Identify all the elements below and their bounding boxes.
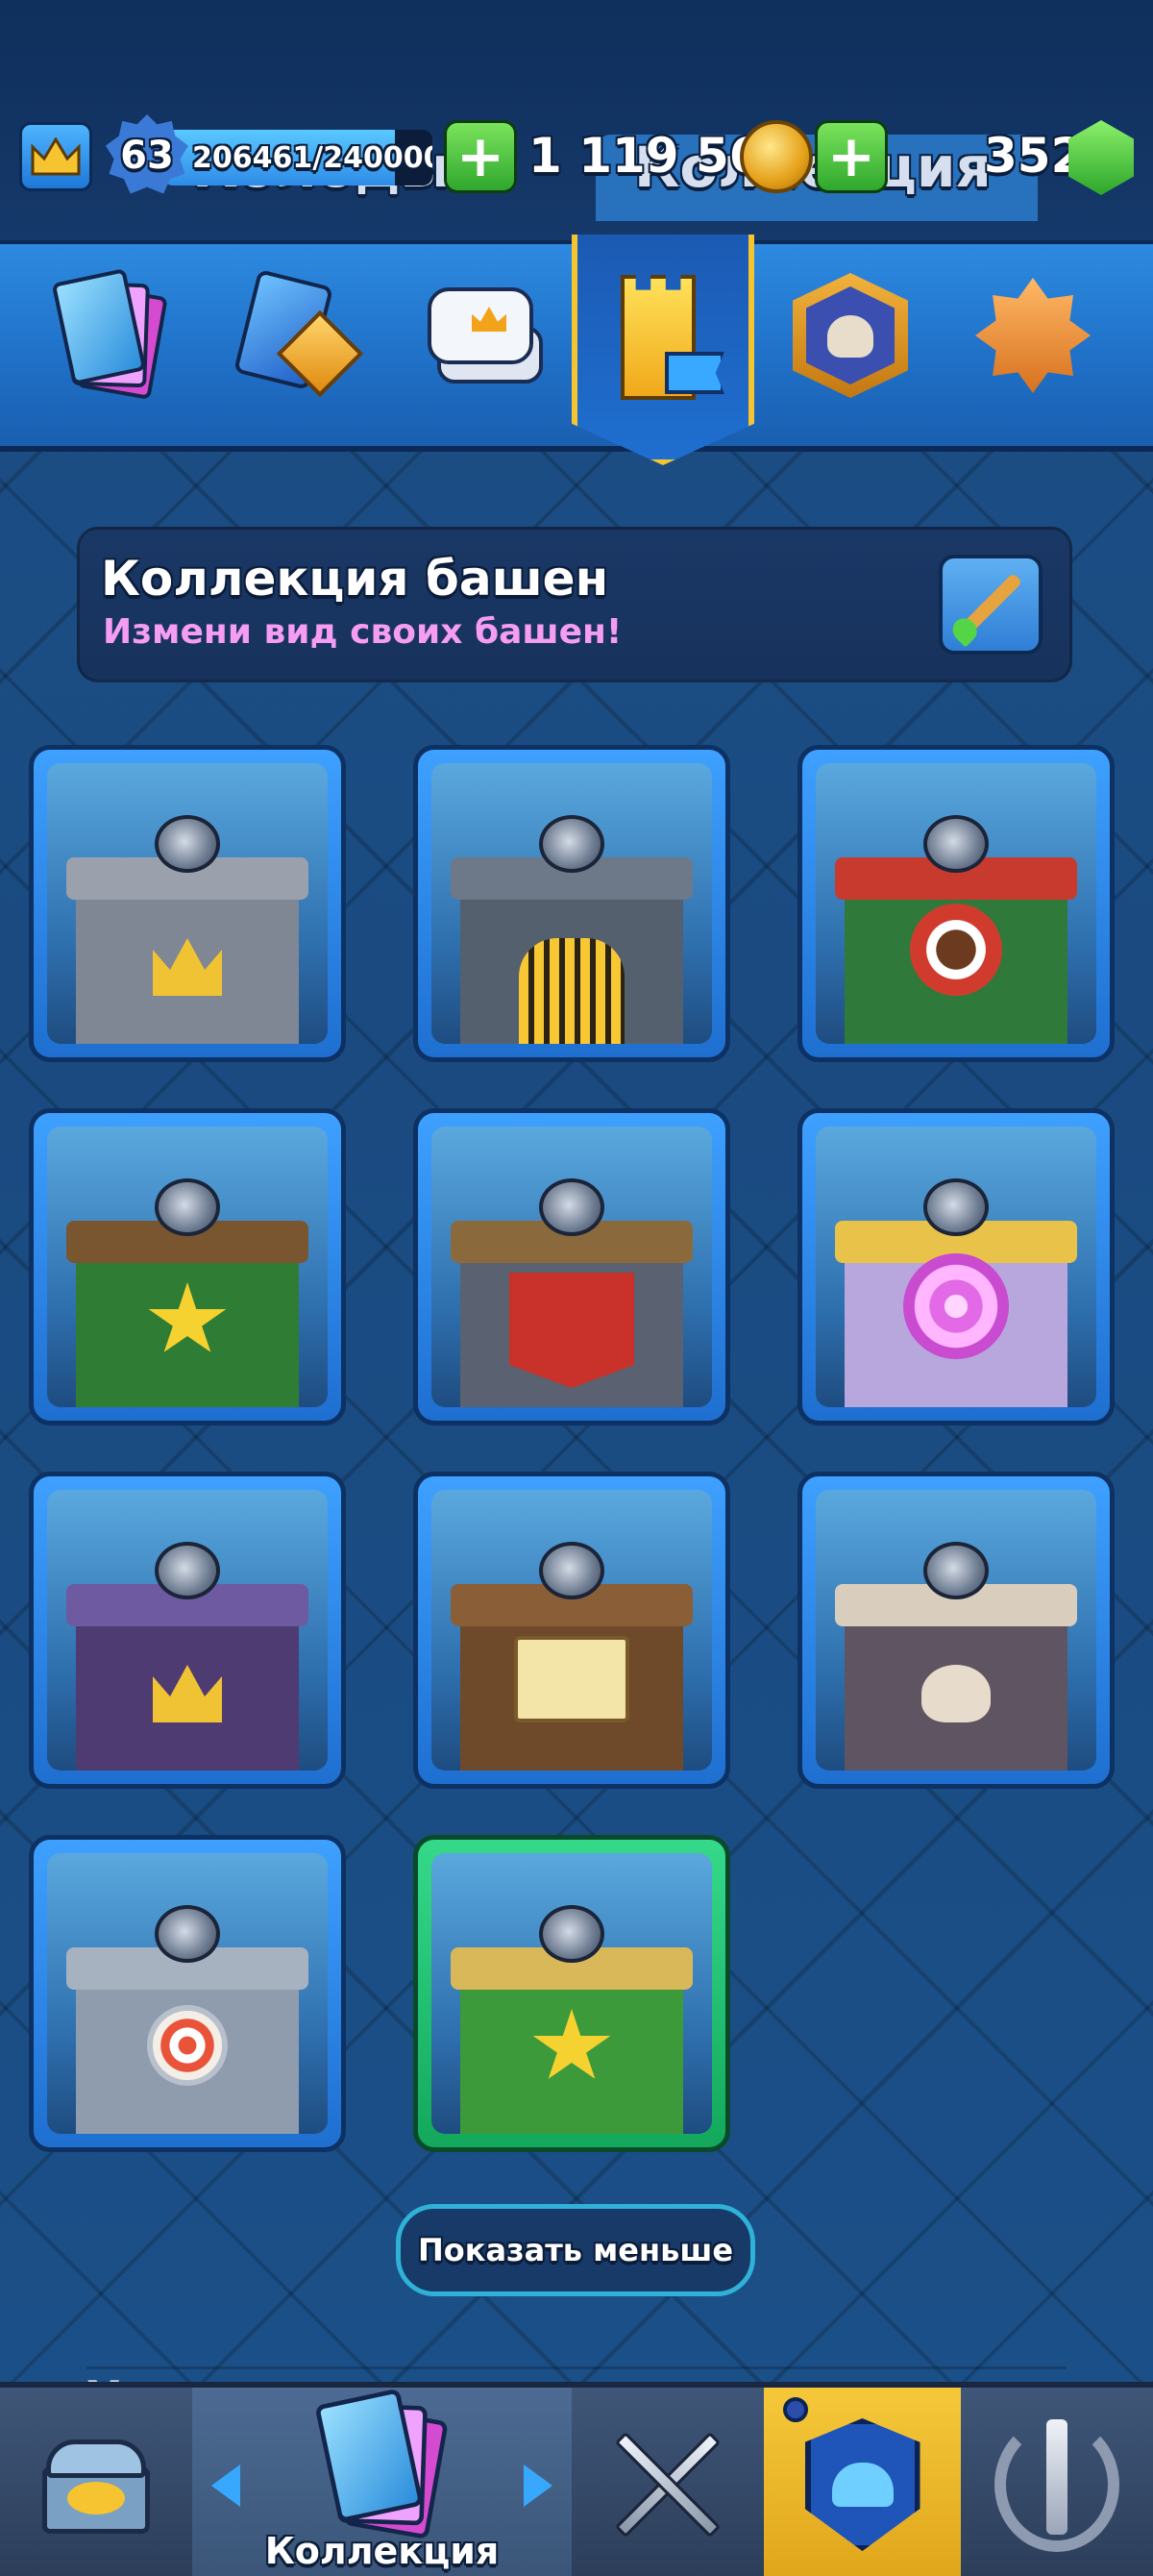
face-emblem-icon bbox=[910, 904, 1002, 996]
treasure-chest-icon bbox=[38, 2432, 154, 2538]
cards-icon bbox=[313, 2388, 449, 2539]
category-star-points[interactable] bbox=[961, 263, 1105, 408]
clan-shield-icon bbox=[804, 2418, 920, 2551]
paper-emblem-icon bbox=[514, 1636, 629, 1722]
skull-badge-icon bbox=[793, 273, 908, 398]
emote-icon bbox=[408, 278, 543, 393]
tower-preview bbox=[431, 1490, 712, 1771]
nav-collection[interactable]: Коллекция bbox=[192, 2388, 572, 2576]
tower-icon bbox=[596, 265, 730, 429]
customize-button[interactable] bbox=[939, 555, 1043, 655]
tower-preview bbox=[47, 1853, 328, 2134]
gold-coin-icon bbox=[740, 120, 813, 193]
tower-preview bbox=[47, 1490, 328, 1771]
plus-icon: + bbox=[826, 123, 876, 190]
tower-preview bbox=[816, 1127, 1096, 1407]
cannon-icon bbox=[155, 815, 220, 873]
category-card-upgrades[interactable] bbox=[226, 263, 370, 408]
nav-battle[interactable] bbox=[572, 2388, 764, 2576]
cannon-icon bbox=[539, 1178, 604, 1236]
nav-clan[interactable] bbox=[764, 2388, 961, 2576]
cannon-icon bbox=[923, 1178, 989, 1236]
tower-sweater[interactable] bbox=[797, 745, 1115, 1062]
tower-default[interactable] bbox=[29, 745, 346, 1062]
notification-dot bbox=[783, 2397, 808, 2422]
page-subtitle: Измени вид своих башен! bbox=[103, 612, 623, 652]
arrow-left-icon[interactable] bbox=[211, 2465, 240, 2507]
tower-gift[interactable] bbox=[413, 1835, 730, 2152]
tower-target[interactable] bbox=[29, 1835, 346, 2152]
tower-collection-header: Коллекция башен Измени вид своих башен! bbox=[77, 527, 1072, 682]
cannon-icon bbox=[539, 815, 604, 873]
cannon-icon bbox=[539, 1905, 604, 1963]
arrow-right-icon[interactable] bbox=[524, 2465, 552, 2507]
category-cards[interactable] bbox=[38, 263, 183, 408]
tower-graveyard[interactable] bbox=[797, 1472, 1115, 1789]
nav-events[interactable] bbox=[961, 2388, 1153, 2576]
tower-crystal[interactable] bbox=[29, 1472, 346, 1789]
cannon-icon bbox=[923, 1542, 989, 1599]
tower-preview bbox=[47, 1127, 328, 1407]
tower-magic-portal[interactable] bbox=[797, 1108, 1115, 1425]
cannon-icon bbox=[539, 1542, 604, 1599]
tower-royal-banner[interactable] bbox=[413, 1108, 730, 1425]
cannon-icon bbox=[155, 1542, 220, 1599]
card-diamond-icon bbox=[233, 268, 364, 398]
tower-preview bbox=[431, 1853, 712, 2134]
banner-emblem-icon bbox=[509, 1273, 634, 1388]
bottom-navigation: Коллекция bbox=[0, 2382, 1153, 2576]
crown-icon bbox=[31, 137, 81, 176]
add-gems-button[interactable]: + bbox=[815, 120, 888, 193]
skull-emblem-icon bbox=[921, 1665, 991, 1722]
cannon-icon bbox=[923, 815, 989, 873]
tower-christmas-tree[interactable] bbox=[29, 1108, 346, 1425]
currency-row: 206461/240000 63 + 1 119 565 + 352 bbox=[0, 114, 1153, 197]
category-towers[interactable] bbox=[572, 235, 754, 465]
target-emblem-icon bbox=[147, 2005, 228, 2086]
cannon-icon bbox=[155, 1905, 220, 1963]
people-icon bbox=[831, 2463, 894, 2507]
show-less-button[interactable]: Показать меньше bbox=[396, 2204, 755, 2296]
category-banners[interactable] bbox=[778, 263, 922, 408]
collection-category-bar bbox=[0, 235, 1153, 465]
tower-preview bbox=[816, 1490, 1096, 1771]
plus-icon: + bbox=[455, 123, 505, 190]
page-title: Коллекция башен bbox=[101, 551, 609, 607]
nav-collection-label: Коллекция bbox=[264, 2530, 500, 2572]
tower-preview bbox=[431, 763, 712, 1044]
tower-treasure-map[interactable] bbox=[413, 1472, 730, 1789]
add-gold-button[interactable]: + bbox=[444, 120, 517, 193]
cannon-icon bbox=[155, 1178, 220, 1236]
paintbrush-icon bbox=[958, 572, 1023, 637]
experience-bar: 206461/240000 bbox=[163, 130, 432, 186]
tower-fortress[interactable] bbox=[413, 745, 730, 1062]
swirl-emblem-icon bbox=[903, 1253, 1009, 1359]
laurel-sword-icon bbox=[994, 2417, 1119, 2552]
top-status-bar: Колоды Коллекция 206461/240000 63 + 1 11… bbox=[0, 0, 1153, 240]
tower-preview bbox=[47, 763, 328, 1044]
tower-preview bbox=[431, 1127, 712, 1407]
experience-text: 206461/240000 bbox=[192, 141, 432, 175]
tower-preview bbox=[816, 763, 1096, 1044]
category-emotes[interactable] bbox=[404, 263, 548, 408]
nav-shop[interactable] bbox=[0, 2388, 192, 2576]
star-icon bbox=[975, 278, 1091, 393]
crossed-swords-icon bbox=[601, 2417, 735, 2552]
door-emblem-icon bbox=[519, 938, 625, 1044]
cards-icon bbox=[51, 268, 168, 400]
profile-crown-button[interactable] bbox=[19, 122, 92, 191]
